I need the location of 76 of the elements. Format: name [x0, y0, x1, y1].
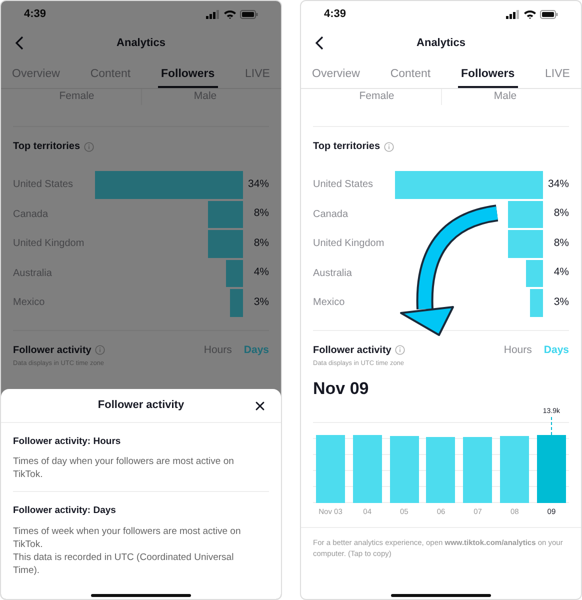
info-icon[interactable] — [395, 345, 406, 355]
percent-label: 34% — [546, 176, 569, 192]
territory-label: Australia — [13, 266, 53, 281]
activity-bar[interactable] — [352, 434, 382, 503]
battery-icon — [240, 10, 258, 19]
activity-bar[interactable] — [390, 436, 419, 503]
battery-icon — [540, 10, 558, 19]
territory-bar — [508, 200, 543, 228]
section-title: Top territories — [13, 140, 80, 154]
screen-title: Analytics — [416, 36, 466, 51]
info-icon[interactable] — [95, 345, 106, 355]
percent-label: 8% — [552, 206, 569, 222]
screen-title: Analytics — [116, 36, 166, 51]
percent-label: 4% — [252, 265, 269, 280]
territory-label: United Kingdom — [313, 237, 386, 252]
gender-label: Male — [492, 89, 518, 104]
territory-bar — [508, 230, 543, 258]
tab[interactable]: LIVE — [542, 63, 573, 88]
tab[interactable]: Overview — [309, 63, 363, 88]
status-time: 4:39 — [324, 7, 346, 22]
sheet-heading: Follower activity: Hours — [13, 435, 122, 449]
activity-bar[interactable] — [316, 434, 345, 503]
section-title: Follower activity — [313, 344, 392, 358]
sheet-text: Times of week when your followers are most active on TikTok. — [13, 524, 242, 550]
territory-label: United States — [313, 178, 374, 192]
sheet-heading: Follower activity: Days — [13, 504, 117, 518]
activity-bar[interactable] — [536, 434, 566, 503]
sheet-title: Follower activity — [98, 398, 184, 414]
territory-bar — [208, 230, 243, 258]
percent-label: 8% — [252, 206, 269, 222]
info-icon[interactable] — [384, 142, 394, 152]
territory-bar — [226, 260, 243, 287]
percent-label: 3% — [552, 294, 569, 310]
percent-label: 8% — [552, 236, 569, 251]
range-toggle[interactable]: Hours — [504, 342, 532, 358]
status-time: 4:39 — [24, 7, 46, 22]
tab[interactable]: Content — [387, 63, 434, 88]
percent-label: 8% — [252, 236, 269, 251]
percent-label: 3% — [252, 294, 269, 310]
territory-bar — [526, 260, 543, 287]
sheet-text: Times of day when your followers are most active on TikTok. — [13, 455, 235, 482]
gender-label: Female — [313, 89, 442, 105]
activity-bar[interactable] — [426, 436, 456, 503]
percent-label: 4% — [552, 265, 569, 280]
percent-label: 34% — [246, 176, 269, 192]
territory-bar — [230, 289, 243, 316]
territory-label: United Kingdom — [13, 237, 86, 252]
wifi-icon — [224, 10, 236, 19]
activity-bar[interactable] — [500, 436, 530, 503]
gender-label: Female — [13, 89, 142, 105]
territory-label: Mexico — [313, 296, 346, 310]
sheet-text: This data is recorded in UTC (Coordinated Universal Time). — [13, 550, 235, 576]
territory-bar — [208, 200, 243, 228]
territory-label: Australia — [313, 266, 353, 281]
tab[interactable]: Overview — [9, 63, 63, 88]
back-icon[interactable] — [315, 36, 324, 50]
territory-label: Canada — [313, 208, 350, 222]
activity-bar[interactable] — [463, 436, 492, 503]
tab[interactable]: Content — [87, 63, 134, 88]
section-title: Follower activity — [13, 344, 92, 358]
territory-bar — [530, 289, 543, 316]
tab[interactable]: Followers — [158, 63, 218, 88]
territory-label: Canada — [13, 208, 50, 222]
signal-icon — [506, 10, 520, 19]
info-icon[interactable] — [84, 142, 94, 152]
range-toggle[interactable]: Days — [544, 342, 569, 358]
territory-label: United States — [13, 178, 74, 192]
tab[interactable]: LIVE — [242, 63, 273, 88]
range-toggle[interactable]: Hours — [204, 342, 232, 358]
section-title: Top territories — [313, 140, 380, 154]
territory-label: Mexico — [13, 296, 46, 310]
wifi-icon — [524, 10, 536, 19]
tab[interactable]: Followers — [458, 63, 518, 88]
gender-label: Male — [192, 89, 218, 104]
date-heading: Nov 09 — [313, 378, 370, 400]
signal-icon — [206, 10, 220, 19]
